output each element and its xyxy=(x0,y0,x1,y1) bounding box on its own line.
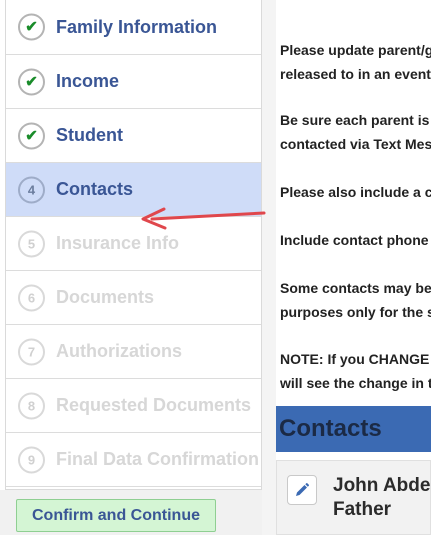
paragraph-line: released to in an event xyxy=(280,66,431,82)
contacts-section-header: Contacts xyxy=(276,406,431,452)
step-number-badge: 8 xyxy=(18,392,45,419)
paragraph-line: Include contact phone n xyxy=(280,232,431,248)
instruction-paragraph: Please also include a co xyxy=(280,180,431,204)
step-requested-documents: 8 Requested Documents xyxy=(6,379,261,433)
step-sidebar: ✔ Family Information ✔ Income ✔ Student … xyxy=(5,0,262,490)
contact-relation: Father xyxy=(333,499,392,520)
instruction-paragraph: Some contacts may be purposes only for t… xyxy=(280,276,431,324)
paragraph-line: NOTE: If you CHANGE xyxy=(280,351,430,367)
step-final-data-confirmation: 9 Final Data Confirmation xyxy=(6,433,261,487)
step-number-badge: 4 xyxy=(18,176,45,203)
step-label: Student xyxy=(56,125,123,145)
step-insurance-info: 5 Insurance Info xyxy=(6,217,261,271)
edit-contact-button[interactable] xyxy=(287,475,317,505)
step-label: Final Data Confirmation xyxy=(56,449,260,469)
step-label: Documents xyxy=(56,287,155,307)
check-icon: ✔ xyxy=(25,127,38,144)
step-label: Contacts xyxy=(56,179,134,199)
step-number-badge: 9 xyxy=(18,446,45,473)
paragraph-line: will see the change in t xyxy=(280,375,431,391)
step-label: Family Information xyxy=(56,16,218,37)
note-paragraph: NOTE: If you CHANGE will see the change … xyxy=(280,347,431,395)
main-content: Please update parent/g released to in an… xyxy=(280,0,431,535)
step-1-marker: ✔ xyxy=(18,13,45,41)
step-3-marker: ✔ xyxy=(18,122,45,149)
step-number-badge: 6 xyxy=(18,284,45,311)
paragraph-line: contacted via Text Mes xyxy=(280,136,431,152)
instruction-paragraph: Please update parent/g released to in an… xyxy=(280,38,431,86)
paragraph-line: Please update parent/g xyxy=(280,42,431,58)
step-income[interactable]: ✔ Income xyxy=(6,55,261,109)
step-documents: 6 Documents xyxy=(6,271,261,325)
contacts-heading: Contacts xyxy=(279,415,382,442)
step-family-information[interactable]: ✔ Family Information xyxy=(6,0,261,55)
check-icon: ✔ xyxy=(25,18,38,36)
step-label: Insurance Info xyxy=(56,233,180,253)
paragraph-line: Be sure each parent is l xyxy=(280,112,431,128)
paragraph-line: purposes only for the s xyxy=(280,304,431,320)
check-icon: ✔ xyxy=(25,73,38,90)
contact-name: John Abdel xyxy=(333,475,431,496)
paragraph-line: Please also include a co xyxy=(280,184,431,200)
instruction-paragraph: Include contact phone n xyxy=(280,228,431,252)
instruction-paragraph: Be sure each parent is l contacted via T… xyxy=(280,108,431,156)
step-authorizations: 7 Authorizations xyxy=(6,325,261,379)
step-number-badge: 5 xyxy=(18,230,45,257)
step-2-marker: ✔ xyxy=(18,68,45,95)
step-contacts[interactable]: 4 Contacts xyxy=(6,163,261,217)
step-label: Requested Documents xyxy=(56,395,252,415)
paragraph-line: Some contacts may be xyxy=(280,280,431,296)
confirm-and-continue-button[interactable]: Confirm and Continue xyxy=(16,499,216,532)
step-label: Authorizations xyxy=(56,341,182,361)
step-student[interactable]: ✔ Student xyxy=(6,109,261,163)
panel-divider xyxy=(262,0,276,535)
contact-card: John Abdel Father xyxy=(276,460,431,535)
pencil-icon xyxy=(296,483,309,496)
step-number-badge: 7 xyxy=(18,338,45,365)
step-label: Income xyxy=(56,71,120,91)
